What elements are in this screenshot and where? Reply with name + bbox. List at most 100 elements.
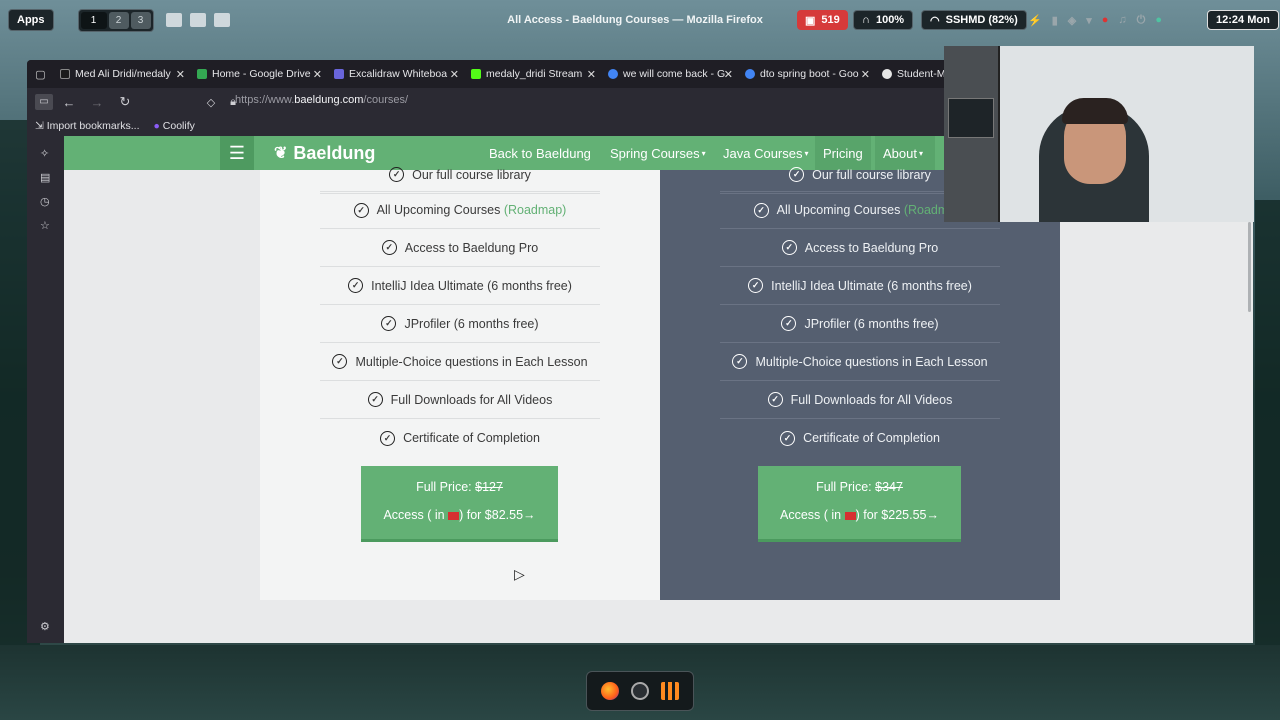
obs-icon[interactable] <box>631 682 649 700</box>
drive-favicon-icon <box>197 69 207 79</box>
tab-dto-spring[interactable]: dto spring boot - Goo ✕ <box>739 60 876 88</box>
feature-item: ✓ Access to Baeldung Pro <box>720 229 1000 267</box>
apps-button[interactable]: Apps <box>8 9 54 31</box>
workspace-switcher: 1 2 3 <box>77 8 154 32</box>
check-circle-icon: ✓ <box>789 167 805 182</box>
feature-item: ✓ Access to Baeldung Pro <box>320 229 600 267</box>
clock[interactable]: 12:24 Mon <box>1207 10 1279 30</box>
hamburger-menu-icon[interactable]: ☰ <box>220 136 254 170</box>
settings-gear-icon[interactable]: ⚙ <box>40 621 52 633</box>
plan-card-premium: ✓ Our full course library ✓ All Upcoming C… <box>660 167 1060 600</box>
volume-indicator[interactable]: ∩ 100% <box>853 10 914 30</box>
leaf-icon: ❦ <box>274 145 288 162</box>
buy-premium-button[interactable]: Full Price: $347 Access ( in ) for $225.… <box>758 466 961 542</box>
close-tab-icon[interactable]: ✕ <box>724 68 733 81</box>
close-tab-icon[interactable]: ✕ <box>176 68 185 81</box>
tab-kick-stream[interactable]: medaly_dridi Stream ✕ <box>465 60 602 88</box>
check-circle-icon: ✓ <box>348 278 364 293</box>
coolify-icon: ● <box>153 120 163 132</box>
workspace-3[interactable]: 3 <box>130 11 151 29</box>
close-tab-icon[interactable]: ✕ <box>450 68 459 81</box>
shield-tracking-icon[interactable]: ◇ <box>199 96 223 109</box>
layers-icon[interactable]: ◈ <box>1068 14 1076 27</box>
check-circle-icon: ✓ <box>380 430 396 446</box>
google-favicon-icon <box>608 69 618 79</box>
workspace-2[interactable]: 2 <box>108 11 129 29</box>
wifi-indicator[interactable]: ◠ SSHMD (82%) <box>921 10 1027 30</box>
bookmarks-star-icon[interactable]: ☆ <box>40 220 52 232</box>
check-circle-icon: ✓ <box>732 354 748 369</box>
forward-icon[interactable]: → <box>85 95 109 110</box>
firefox-icon[interactable] <box>601 682 619 700</box>
check-circle-icon: ✓ <box>753 202 769 218</box>
kick-favicon-icon <box>471 69 481 79</box>
bookmark-coolify[interactable]: ● Coolify <box>154 120 195 132</box>
buy-standard-button[interactable]: Full Price: $127 Access ( in ) for $82.5… <box>361 466 558 542</box>
url-bar[interactable]: https://www.baeldung.com/courses/ <box>235 94 408 106</box>
app-tray-icon[interactable]: ● <box>1102 14 1109 26</box>
check-circle-icon: ✓ <box>748 278 764 293</box>
app-grid-icon[interactable] <box>661 682 679 700</box>
check-circle-icon: ✓ <box>381 240 397 255</box>
workspace-1[interactable]: 1 <box>80 11 107 29</box>
bookmark-import[interactable]: ⇲ Import bookmarks... <box>35 120 140 132</box>
tab-excalidraw[interactable]: Excalidraw Whiteboa ✕ <box>328 60 465 88</box>
shield-icon: ▣ <box>805 14 816 27</box>
window-icon[interactable] <box>165 13 182 27</box>
feature-item: ✓ Full Downloads for All Videos <box>720 381 1000 419</box>
close-tab-icon[interactable]: ✕ <box>313 68 322 81</box>
chevron-down-icon: ▾ <box>701 148 706 158</box>
feature-item: ✓ Multiple-Choice questions in Each Lesso… <box>320 343 600 381</box>
check-circle-icon: ✓ <box>367 392 383 407</box>
check-circle-icon: ✓ <box>781 316 797 331</box>
excalidraw-favicon-icon <box>334 69 344 79</box>
signal-icon[interactable]: ▮ <box>1052 14 1058 27</box>
power-icon[interactable]: ⏻ <box>1137 14 1146 27</box>
reload-icon[interactable]: ↻ <box>113 94 137 110</box>
browser-sidebar: ✧ ▤ ◷ ☆ ⚙ <box>27 136 64 643</box>
user-icon[interactable]: ● <box>1155 14 1162 26</box>
check-circle-icon: ✓ <box>381 316 397 331</box>
import-icon: ⇲ <box>35 120 47 132</box>
flag-icon <box>448 511 460 520</box>
feature-item: ✓ JProfiler (6 months free) <box>720 305 1000 343</box>
notification-badge[interactable]: ▣ 519 <box>797 10 848 30</box>
tab-google-search[interactable]: we will come back - G ✕ <box>602 60 739 88</box>
page-scrollbar[interactable] <box>1248 222 1251 312</box>
tab-google-drive[interactable]: Home - Google Drive ✕ <box>191 60 328 88</box>
feature-item: ✓ Certificate of Completion <box>720 419 1000 457</box>
close-tab-icon[interactable]: ✕ <box>861 68 870 81</box>
tab-medaly[interactable]: Med Ali Dridi/medaly ✕ <box>54 60 191 88</box>
flag-icon <box>844 511 856 520</box>
feature-item: ✓ Full Downloads for All Videos <box>320 381 600 419</box>
check-circle-icon: ✓ <box>780 430 796 446</box>
webcam-overlay <box>944 46 1254 222</box>
github-favicon-icon <box>882 69 892 79</box>
google-favicon-icon <box>745 69 755 79</box>
nav-spring-courses[interactable]: Spring Courses ▾ <box>602 136 714 170</box>
close-tab-icon[interactable]: ✕ <box>587 68 596 81</box>
feature-item: ✓ JProfiler (6 months free) <box>320 305 600 343</box>
back-icon[interactable]: ← <box>57 95 81 110</box>
mail-icon[interactable] <box>189 13 206 27</box>
check-circle-icon: ✓ <box>781 240 797 255</box>
webcam-background-monitor <box>948 98 994 138</box>
synced-tabs-icon[interactable]: ▤ <box>40 172 52 184</box>
background-tree <box>1255 200 1280 680</box>
feature-item: ✓ IntelliJ Idea Ultimate (6 months free) <box>720 267 1000 305</box>
dock <box>586 671 694 711</box>
tab-overview-icon[interactable]: ▢ <box>27 60 54 88</box>
feature-item: ✓ IntelliJ Idea Ultimate (6 months free) <box>320 267 600 305</box>
headphones-icon: ∩ <box>862 14 870 26</box>
folder-icon[interactable] <box>213 13 230 27</box>
bolt-icon[interactable]: ⚡ <box>1028 14 1042 27</box>
roadmap-link[interactable]: (Roadmap) <box>504 203 567 217</box>
plan-card-standard: ✓ Our full course library ✓ All Upcoming C… <box>260 167 660 600</box>
webcam-door-frame <box>998 46 1000 222</box>
ai-chat-icon[interactable]: ✧ <box>40 148 52 160</box>
sidebar-toggle-icon[interactable]: ▭ <box>35 94 53 110</box>
feature-item: ✓ Multiple-Choice questions in Each Lesso… <box>720 343 1000 381</box>
history-icon[interactable]: ◷ <box>40 196 52 208</box>
bell-icon[interactable]: ♫ <box>1118 14 1126 26</box>
wifi-tray-icon[interactable]: ▾ <box>1086 14 1092 27</box>
